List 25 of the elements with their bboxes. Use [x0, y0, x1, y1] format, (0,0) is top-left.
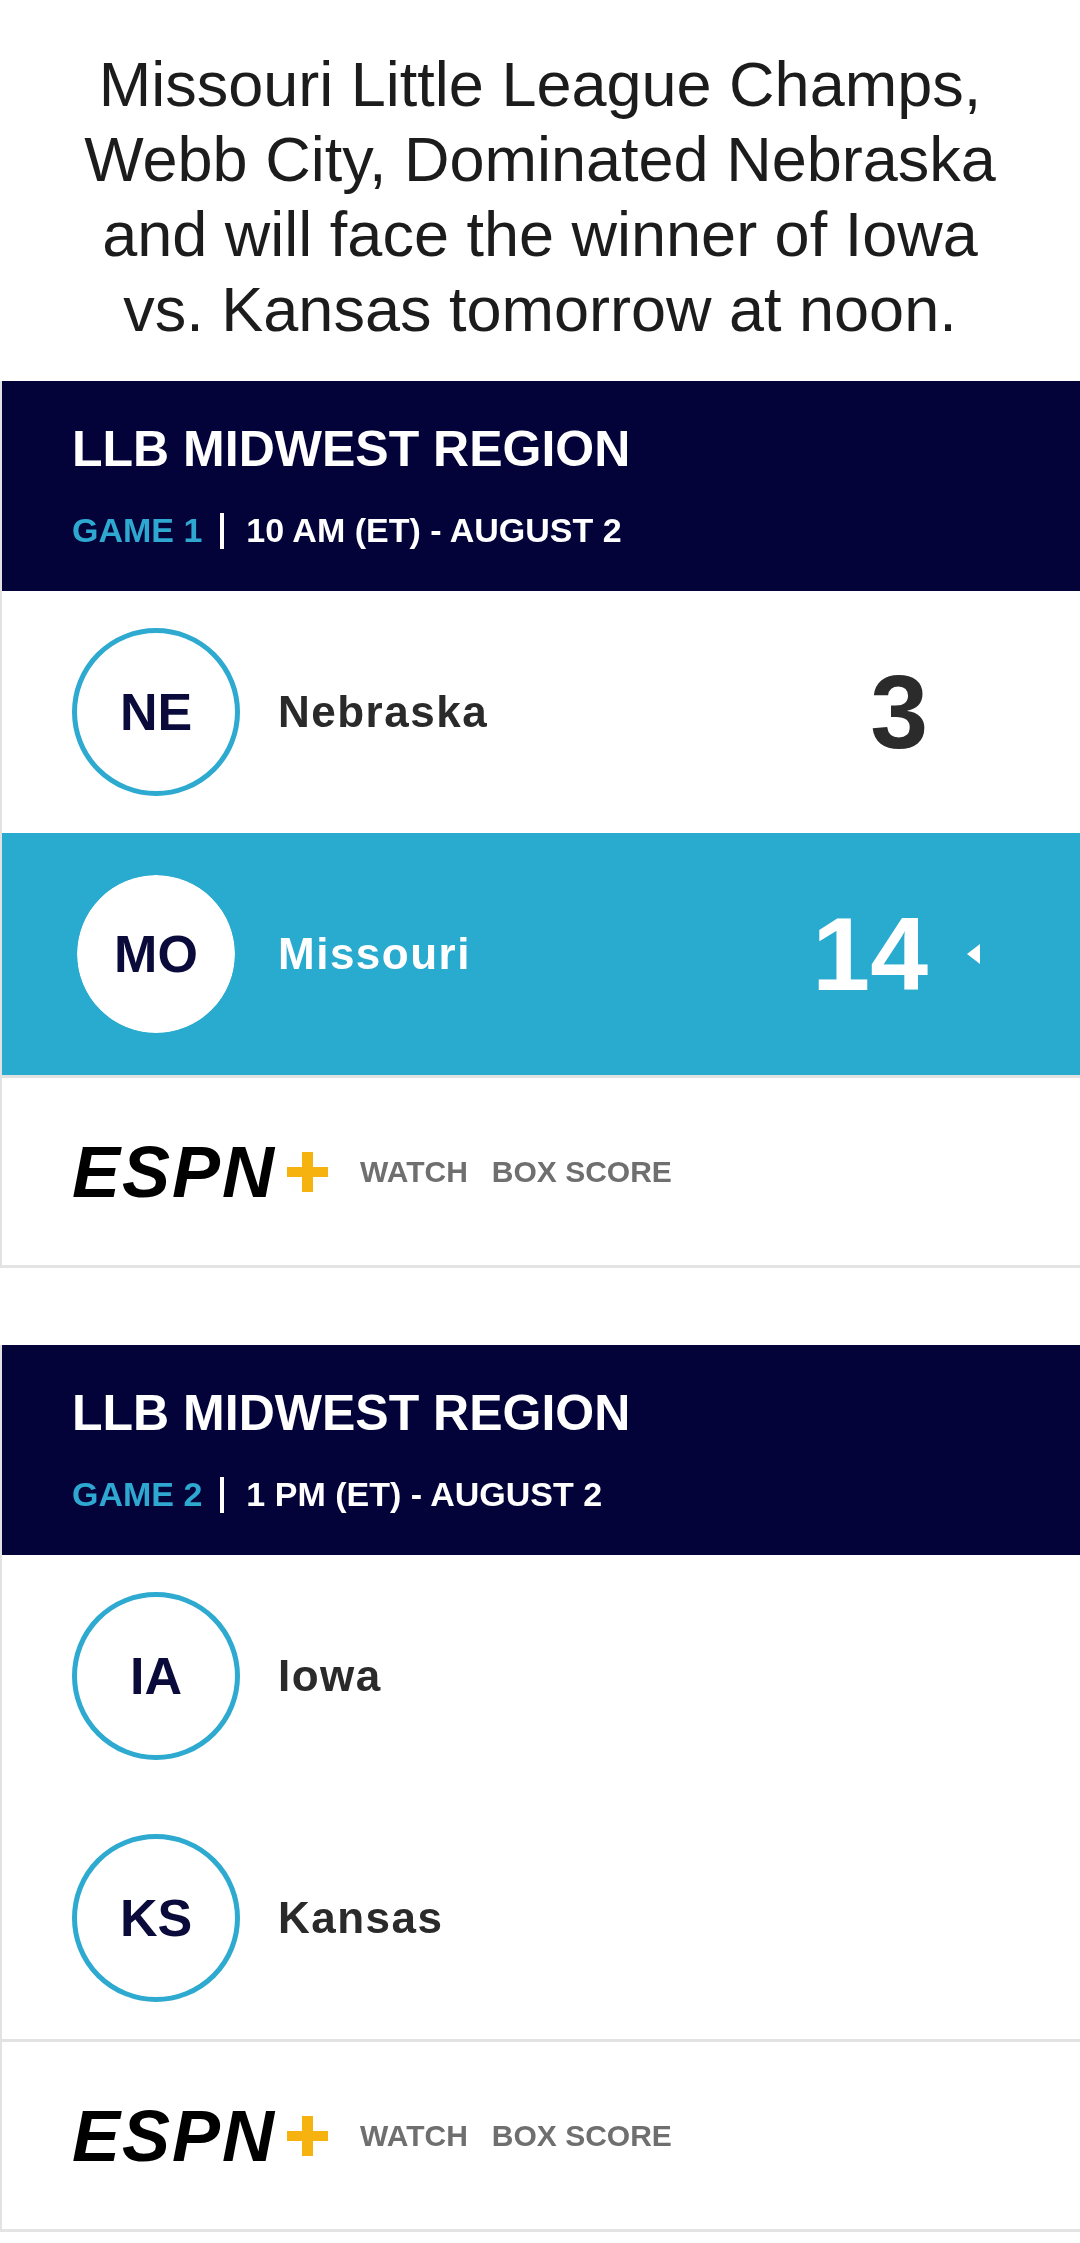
team-name: Missouri [278, 929, 471, 979]
footer-link[interactable]: BOX SCORE [491, 2118, 672, 2153]
footer-link[interactable]: WATCH [360, 2118, 468, 2153]
team-score: 14 [812, 902, 928, 1006]
footer-link[interactable]: WATCH [360, 1154, 468, 1189]
team-score: 3 [870, 660, 928, 764]
game-number: GAME 1 [72, 510, 203, 551]
game-time: 1 PM (ET) - AUGUST 2 [246, 1474, 603, 1515]
team-badge: KS [72, 1834, 240, 2002]
team-name: Kansas [278, 1893, 444, 1943]
team-name: Nebraska [278, 687, 489, 737]
footer-link[interactable]: BOX SCORE [491, 1154, 672, 1189]
game-number: GAME 2 [72, 1474, 203, 1515]
headline: Missouri Little League Champs, Webb City, Dominated Nebraska and will face the winner of Iowa vs. Kansas tomorrow at noon. [83, 48, 997, 346]
team-name: Iowa [278, 1651, 382, 1701]
region-title: LLB MIDWEST REGION [72, 1384, 632, 1443]
game-time: 10 AM (ET) - AUGUST 2 [246, 510, 622, 551]
logo-wordmark: ESPN [72, 2108, 277, 2163]
logo-wordmark: ESPN [72, 1144, 277, 1199]
caret-icon [967, 944, 980, 964]
team-badge: IA [72, 1592, 240, 1760]
team-badge: NE [72, 628, 240, 796]
plus-icon [286, 1151, 329, 1192]
plus-icon [286, 2115, 329, 2156]
region-title: LLB MIDWEST REGION [72, 420, 632, 479]
